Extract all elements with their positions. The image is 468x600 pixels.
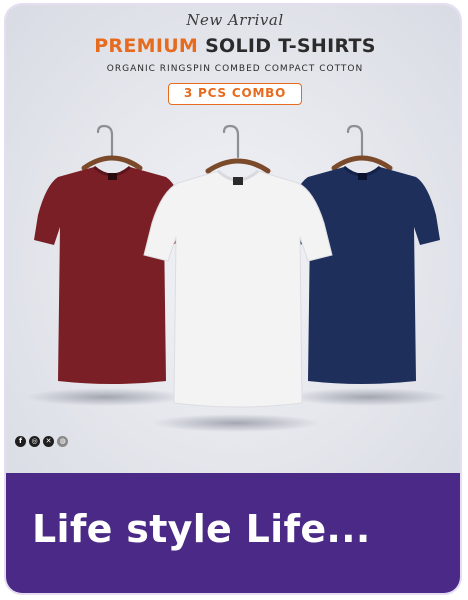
hanger-right-icon	[346, 124, 364, 157]
hanger-center-bar	[205, 158, 271, 174]
product-image[interactable]: New Arrival PREMIUM SOLID T-SHIRTS ORGAN…	[6, 5, 460, 473]
shirt-shadow-right	[288, 388, 448, 406]
hanger-right-bar	[331, 155, 393, 171]
facebook-icon[interactable]: f	[15, 436, 26, 447]
shirt-shadow-center	[152, 414, 320, 432]
tshirt-illustration	[26, 124, 448, 432]
website-icon[interactable]: ◍	[57, 436, 68, 447]
white-tshirt	[143, 170, 333, 408]
x-icon[interactable]: ✕	[43, 436, 54, 447]
product-title[interactable]: Life style Life...	[32, 507, 454, 551]
hanger-center-icon	[222, 124, 240, 159]
product-card[interactable]: New Arrival PREMIUM SOLID T-SHIRTS ORGAN…	[4, 3, 462, 595]
hanger-left-icon	[96, 124, 114, 157]
instagram-icon[interactable]: ◎	[29, 436, 40, 447]
hanger-left-bar	[81, 155, 143, 171]
shirt-shadow-left	[26, 388, 186, 406]
caption-bar[interactable]: Life style Life...	[6, 473, 460, 593]
social-icons-row: f ◎ ✕ ◍	[15, 436, 68, 447]
